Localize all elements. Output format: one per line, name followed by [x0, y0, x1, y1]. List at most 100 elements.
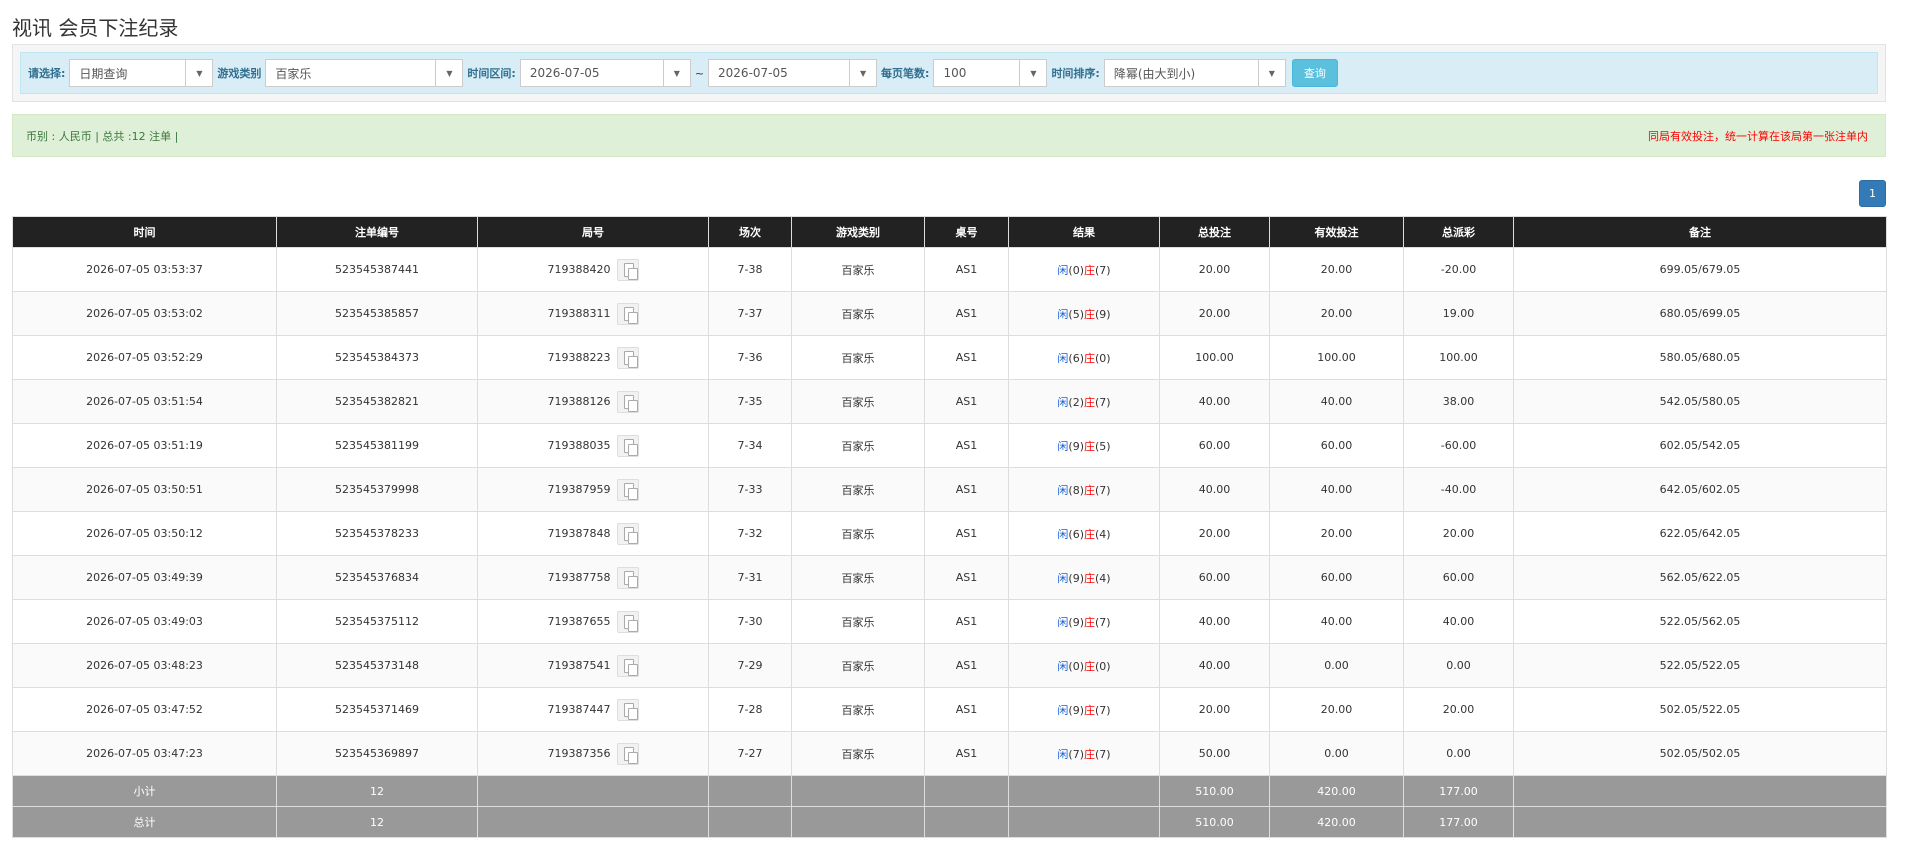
filter-bar: 请选择: 日期查询 ▼ 游戏类别 百家乐 ▼ 时间区间: 2026-07-05 …: [20, 52, 1878, 94]
cell-result: 闲(9)庄(4): [1008, 555, 1160, 600]
range-label: 时间区间:: [467, 67, 516, 80]
cell-table: AS1: [924, 467, 1009, 512]
subtotal-row: 小计 12 510.00 420.00 177.00: [12, 775, 1887, 807]
banker-score: (5): [1095, 439, 1111, 453]
start-date-input[interactable]: 2026-07-05 ▼: [519, 59, 691, 87]
card-detail-icon[interactable]: [616, 742, 639, 765]
round-number: 719387758: [547, 571, 611, 584]
query-button[interactable]: 查询: [1291, 59, 1338, 87]
cell-time: 2026-07-05 03:50:51: [12, 467, 277, 512]
cell-total-bet: 20.00: [1159, 247, 1270, 292]
cell-result: 闲(8)庄(7): [1008, 467, 1160, 512]
banker-label: 庄: [1084, 351, 1095, 365]
banker-label: 庄: [1084, 439, 1095, 453]
banker-score: (7): [1095, 703, 1111, 717]
banker-label: 庄: [1084, 483, 1095, 497]
round-number: 719388035: [547, 439, 611, 452]
card-detail-icon[interactable]: [616, 566, 639, 589]
cell-order-id: 523545371469: [276, 687, 478, 732]
table-row: 2026-07-05 03:53:02 523545385857 719388311…: [12, 291, 1887, 336]
sort-select[interactable]: 降幂(由大到小) ▼: [1103, 59, 1286, 87]
page-button-1[interactable]: 1: [1859, 180, 1886, 207]
player-label: 闲: [1057, 615, 1069, 629]
cell-remark: 562.05/622.05: [1513, 555, 1887, 600]
cell-session: 7-32: [708, 511, 792, 556]
cell-valid-bet: 40.00: [1269, 599, 1404, 644]
cell-round: 719387848: [477, 511, 709, 556]
player-label: 闲: [1057, 351, 1069, 365]
cell-payout: -60.00: [1403, 423, 1514, 468]
cell-round: 719387758: [477, 555, 709, 600]
card-detail-icon[interactable]: [616, 522, 639, 545]
player-label: 闲: [1057, 527, 1069, 541]
card-detail-icon[interactable]: [616, 698, 639, 721]
cell-round: 719388223: [477, 335, 709, 380]
game-type-select[interactable]: 百家乐 ▼: [265, 59, 464, 87]
column-header: 有效投注: [1269, 216, 1404, 248]
player-score: (7): [1068, 747, 1084, 761]
banker-score: (7): [1095, 395, 1111, 409]
card-detail-icon[interactable]: [616, 434, 639, 457]
cell-total-bet: 100.00: [1159, 335, 1270, 380]
bet-records-table: 时间 注单编号 局号 场次 游戏类别 桌号 结果 总投注 有效投注 总派彩 备注…: [12, 216, 1887, 838]
cell-result: 闲(9)庄(7): [1008, 599, 1160, 644]
banker-label: 庄: [1084, 659, 1095, 673]
cell-game: 百家乐: [791, 335, 925, 380]
cell-round: 719388126: [477, 379, 709, 424]
cell-result: 闲(0)庄(7): [1008, 247, 1160, 292]
cell-table: AS1: [924, 511, 1009, 556]
player-score: (2): [1068, 395, 1084, 409]
per-page-select[interactable]: 100 ▼: [933, 59, 1048, 87]
banker-score: (7): [1095, 483, 1111, 497]
summary-text: 币别 : 人民币 | 总共 :12 注单 |: [26, 129, 179, 143]
card-detail-icon[interactable]: [616, 258, 639, 281]
cell-result: 闲(9)庄(5): [1008, 423, 1160, 468]
end-date-input[interactable]: 2026-07-05 ▼: [708, 59, 878, 87]
cell-time: 2026-07-05 03:47:52: [12, 687, 277, 732]
banker-score: (9): [1095, 307, 1111, 321]
player-label: 闲: [1057, 571, 1069, 585]
cell-valid-bet: 60.00: [1269, 555, 1404, 600]
round-number: 719387541: [547, 659, 611, 672]
cell-remark: 542.05/580.05: [1513, 379, 1887, 424]
sort-value: 降幂(由大到小): [1113, 66, 1196, 81]
cell-round: 719387356: [477, 731, 709, 776]
banker-score: (7): [1095, 747, 1111, 761]
game-label: 游戏类别: [217, 67, 262, 80]
cell-table: AS1: [924, 335, 1009, 380]
cell-game: 百家乐: [791, 511, 925, 556]
query-type-select[interactable]: 日期查询 ▼: [69, 59, 214, 87]
cell-session: 7-31: [708, 555, 792, 600]
cell-remark: 522.05/562.05: [1513, 599, 1887, 644]
game-type-value: 百家乐: [275, 66, 312, 81]
round-number: 719387447: [547, 703, 611, 716]
banker-score: (0): [1095, 351, 1111, 365]
cell-valid-bet: 20.00: [1269, 291, 1404, 336]
query-type-value: 日期查询: [79, 66, 128, 81]
cell-table: AS1: [924, 291, 1009, 336]
card-detail-icon[interactable]: [616, 654, 639, 677]
card-detail-icon[interactable]: [616, 390, 639, 413]
cell-time: 2026-07-05 03:49:03: [12, 599, 277, 644]
cell-total-bet: 50.00: [1159, 731, 1270, 776]
notice-text: 同局有效投注，统一计算在该局第一张注单内: [1648, 129, 1868, 143]
player-label: 闲: [1057, 703, 1069, 717]
banker-score: (0): [1095, 659, 1111, 673]
cell-payout: 0.00: [1403, 643, 1514, 688]
card-detail-icon[interactable]: [616, 610, 639, 633]
player-score: (5): [1068, 307, 1084, 321]
chevron-down-icon: ▼: [1257, 60, 1285, 86]
card-detail-icon[interactable]: [616, 346, 639, 369]
card-detail-icon[interactable]: [616, 478, 639, 501]
cell-remark: 522.05/522.05: [1513, 643, 1887, 688]
cell-game: 百家乐: [791, 687, 925, 732]
cell-game: 百家乐: [791, 467, 925, 512]
summary-bar: 币别 : 人民币 | 总共 :12 注单 | 同局有效投注，统一计算在该局第一张…: [12, 114, 1886, 157]
card-detail-icon[interactable]: [616, 302, 639, 325]
banker-label: 庄: [1084, 571, 1095, 585]
table-row: 2026-07-05 03:50:51 523545379998 719387959…: [12, 467, 1887, 512]
banker-label: 庄: [1084, 263, 1095, 277]
cell-valid-bet: 60.00: [1269, 423, 1404, 468]
player-score: (0): [1068, 659, 1084, 673]
cell-order-id: 523545381199: [276, 423, 478, 468]
